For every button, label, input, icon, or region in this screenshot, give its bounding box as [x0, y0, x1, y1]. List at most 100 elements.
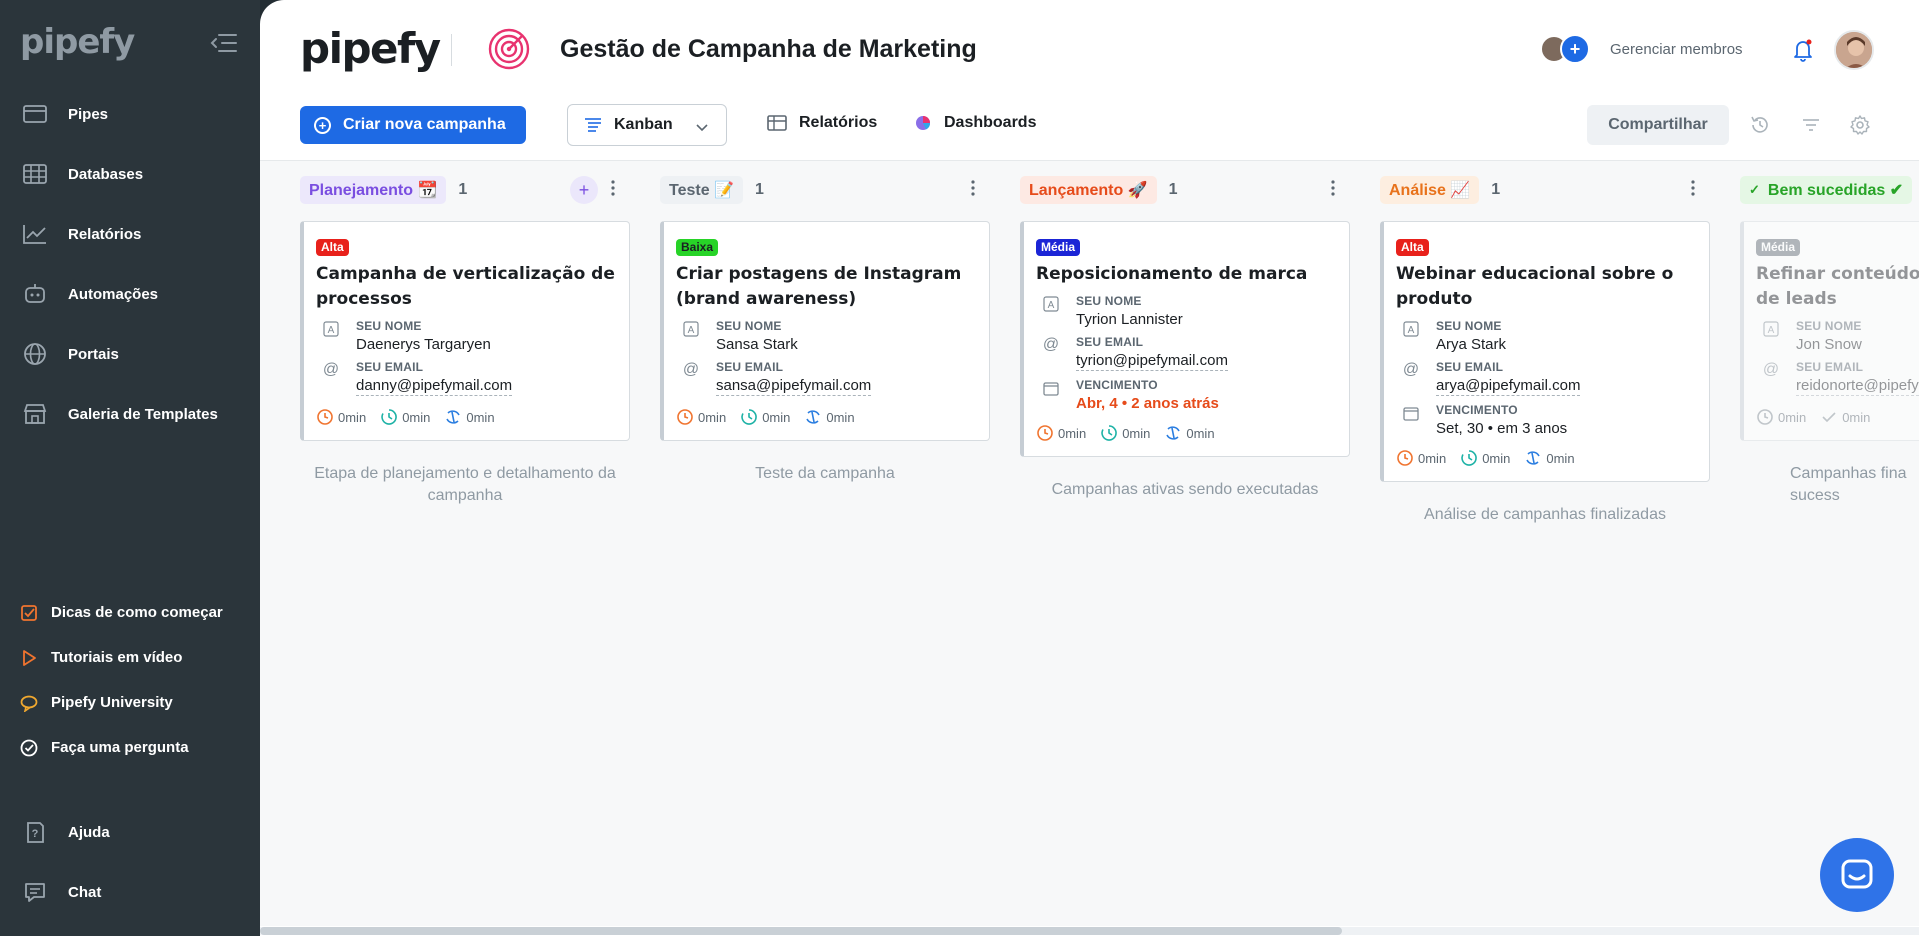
more-options-icon[interactable]	[610, 178, 618, 202]
sidebar-item-templates[interactable]: Galeria de Templates	[0, 384, 260, 444]
kanban-icon	[584, 117, 602, 133]
portals-icon	[22, 341, 48, 367]
at-sign-icon: @	[322, 361, 340, 378]
user-avatar[interactable]	[1834, 30, 1874, 70]
phase-title[interactable]: ✓ Bem sucedidas ✔	[1740, 176, 1913, 204]
card-title: Webinar educacional sobre o produto	[1396, 264, 1674, 309]
link-ask-question[interactable]: Faça uma pergunta	[0, 725, 260, 770]
card-title: Campanha de verticalização de processos	[316, 264, 615, 309]
phase-title[interactable]: Análise 📈	[1380, 176, 1480, 204]
phase-count: 1	[458, 181, 468, 198]
sidebar-item-automations[interactable]: Automações	[0, 264, 260, 324]
phase-title[interactable]: Lançamento 🚀	[1020, 176, 1157, 204]
dashboards-link[interactable]: Dashboards	[914, 114, 1036, 132]
add-card-button[interactable]: +	[570, 176, 598, 204]
field-email: @ SEU EMAIL sansa@pipefymail.com	[676, 360, 977, 396]
kanban-board: Planejamento 📆 1 + Alta Campanha de vert…	[260, 160, 1919, 935]
sidebar-item-label: Relatórios	[68, 225, 142, 243]
card[interactable]: Alta Webinar educacional sobre o produto…	[1380, 221, 1710, 482]
sidebar-item-label: Portais	[68, 345, 119, 363]
phase-column-analise: Análise 📈 1 Alta Webinar educacional sob…	[1380, 175, 1710, 526]
horizontal-scrollbar[interactable]	[260, 927, 1919, 935]
phase-header: Análise 📈 1	[1380, 175, 1710, 205]
phase-count: 1	[1491, 181, 1501, 198]
card-timers: 0min 0min 0min	[1036, 424, 1337, 442]
chevron-down-icon	[696, 119, 708, 137]
phase-title[interactable]: Planejamento 📆	[300, 176, 447, 204]
scrollbar-thumb[interactable]	[260, 927, 1342, 935]
card-timers: 0min 0min 0min	[1396, 449, 1697, 467]
field-key: SEU NOME	[1796, 319, 1862, 333]
check-icon: ✓	[1749, 182, 1760, 197]
field-name: A SEU NOME Arya Stark	[1396, 319, 1697, 353]
field-due-date: VENCIMENTO Set, 30 • em 3 anos	[1396, 403, 1697, 437]
cycle-icon	[806, 410, 821, 424]
timer-total: 0min	[1756, 408, 1806, 426]
field-value: Abr, 4 • 2 anos atrás	[1076, 395, 1219, 412]
sidebar-item-databases[interactable]: Databases	[0, 144, 260, 204]
link-getting-started[interactable]: Dicas de como começar	[0, 590, 260, 635]
field-value: Arya Stark	[1436, 336, 1507, 353]
manage-members-link[interactable]: Gerenciar membros	[1610, 41, 1743, 58]
plus-icon: +	[314, 116, 331, 134]
field-key: SEU NOME	[1436, 319, 1502, 333]
more-options-icon[interactable]	[1690, 178, 1698, 202]
phase-title[interactable]: Teste 📝	[660, 176, 743, 204]
collapse-sidebar-icon[interactable]	[210, 32, 238, 56]
text-field-icon: A	[1041, 294, 1061, 314]
sidebar-nav: Pipes Databases Relatórios Automações Po…	[0, 84, 260, 444]
add-member-button[interactable]: +	[1560, 34, 1590, 64]
sidebar-item-pipes[interactable]: Pipes	[0, 84, 260, 144]
link-university[interactable]: Pipefy University	[0, 680, 260, 725]
reports-icon	[22, 221, 48, 247]
link-label: Pipefy University	[51, 694, 173, 711]
card[interactable]: Baixa Criar postagens de Instagram (bran…	[660, 221, 990, 441]
field-key: SEU EMAIL	[1436, 360, 1504, 374]
priority-label: Média	[1036, 239, 1081, 256]
history-icon[interactable]	[1749, 114, 1771, 136]
field-name: A SEU NOME Sansa Stark	[676, 319, 977, 353]
timer-cycle: 0min	[1164, 424, 1215, 442]
create-campaign-label: Criar nova campanha	[343, 116, 506, 133]
sidebar-item-chat[interactable]: Chat	[0, 862, 260, 922]
phase-clock-icon	[1461, 450, 1478, 466]
more-options-icon[interactable]	[970, 178, 978, 202]
sidebar-item-reports[interactable]: Relatórios	[0, 204, 260, 264]
support-chat-button[interactable]	[1820, 838, 1894, 912]
more-options-icon[interactable]	[1330, 178, 1338, 202]
clock-icon	[317, 409, 333, 425]
field-email: @ SEU EMAIL tyrion@pipefymail.com	[1036, 335, 1337, 371]
field-value: Tyrion Lannister	[1076, 311, 1183, 328]
field-key: SEU EMAIL	[1796, 360, 1864, 374]
timer-phase: 0min	[740, 408, 790, 426]
notifications-bell-icon[interactable]	[1792, 38, 1814, 62]
card[interactable]: Média Refinar conteúdo pa captação de le…	[1740, 221, 1919, 441]
timer-done: 0min	[1820, 408, 1870, 426]
timer-cycle: 0min	[444, 408, 495, 426]
dashboard-icon	[914, 114, 932, 132]
toolbar: + Criar nova campanha Kanban Relatórios …	[260, 104, 1919, 148]
view-selector[interactable]: Kanban	[567, 104, 727, 146]
link-video-tutorials[interactable]: Tutoriais em vídeo	[0, 635, 260, 680]
settings-gear-icon[interactable]	[1849, 114, 1871, 136]
svg-text:A: A	[1048, 300, 1055, 311]
sidebar-item-portals[interactable]: Portais	[0, 324, 260, 384]
create-campaign-button[interactable]: + Criar nova campanha	[300, 106, 526, 144]
filter-icon[interactable]	[1800, 114, 1822, 136]
card[interactable]: Alta Campanha de verticalização de proce…	[300, 221, 630, 441]
card-title: Reposicionamento de marca	[1036, 264, 1308, 284]
share-button[interactable]: Compartilhar	[1587, 105, 1729, 145]
card[interactable]: Média Reposicionamento de marca A SEU NO…	[1020, 221, 1350, 457]
card-timers: 0min 0min 0min	[676, 408, 977, 426]
field-email: @ SEU EMAIL danny@pipefymail.com	[316, 360, 617, 396]
priority-label: Alta	[1396, 239, 1429, 256]
brand-logo[interactable]: pipefy	[300, 24, 441, 73]
header-divider	[451, 34, 452, 66]
chat-launcher-icon	[1841, 859, 1873, 889]
phase-clock-icon	[741, 409, 758, 425]
sidebar-item-help[interactable]: ? Ajuda	[0, 802, 260, 862]
reports-link[interactable]: Relatórios	[767, 114, 877, 132]
sidebar-logo[interactable]: pipefy	[20, 22, 135, 62]
table-icon	[767, 114, 787, 132]
phase-description: Etapa de planejamento e detalhamento da …	[314, 465, 616, 504]
